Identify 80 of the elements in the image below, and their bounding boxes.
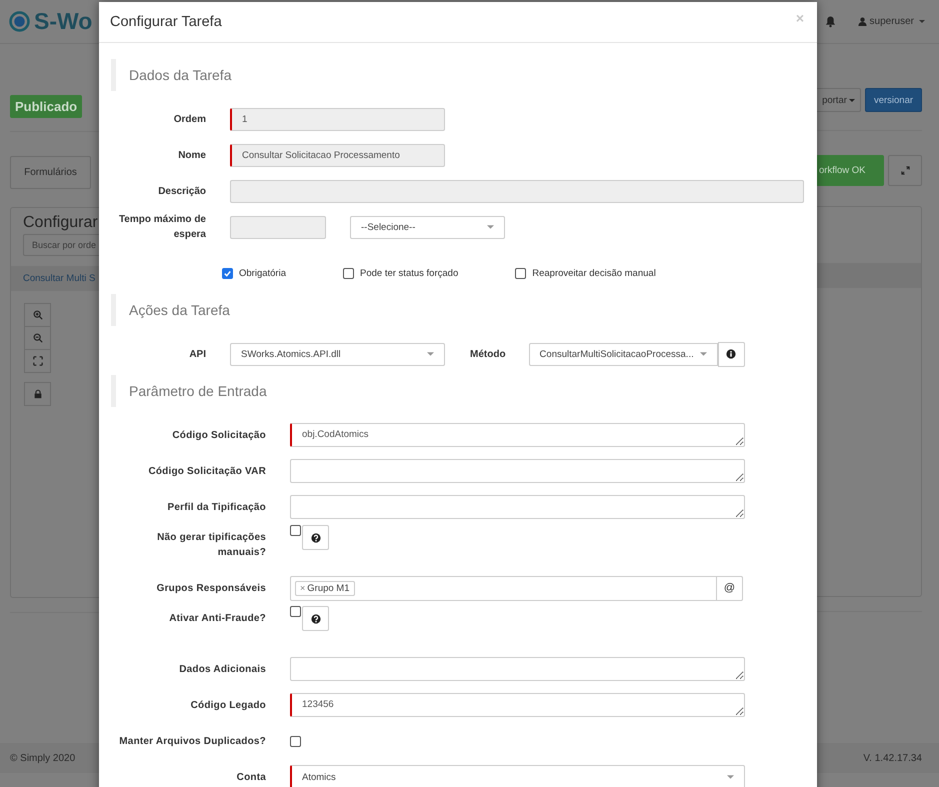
text-area[interactable]: obj.CodAtomics [290, 423, 745, 447]
export-label: portar [822, 94, 847, 106]
field-label: Código Solicitação [171, 428, 266, 442]
field-label: Método [470, 348, 506, 362]
help-icon [310, 614, 320, 624]
list-item-text: Consultar Multi S [23, 273, 96, 284]
checkbox-label: Reaproveitar decisão manual [532, 268, 656, 278]
field-label: Código Solicitação VAR [147, 464, 266, 478]
dropdown[interactable]: Atomics [290, 765, 745, 787]
tag-label: Grupo M1 [307, 582, 350, 594]
lock-button[interactable] [24, 382, 51, 406]
field-label: Ordem [172, 112, 206, 126]
dropdown-value: ConsultarMultiSolicitacaoProcessa... [540, 348, 694, 360]
checkbox[interactable] [290, 606, 301, 617]
zoom-in-button[interactable] [24, 303, 51, 327]
copyright-text: © Simply 2020 [10, 752, 76, 764]
caret-icon [848, 98, 855, 102]
info-icon [726, 349, 736, 359]
search-field[interactable]: Buscar por orde [23, 234, 99, 256]
checkbox[interactable] [290, 736, 301, 746]
user-name: superuser [870, 16, 914, 27]
tag-field[interactable]: × Grupo M1 [290, 576, 717, 600]
mention-button[interactable]: @ [716, 576, 743, 600]
field-label: Ativar Anti-Fraude? [168, 612, 266, 626]
field-label: Tempo máximo de espera [118, 213, 206, 242]
version-button[interactable]: versionar [865, 88, 922, 112]
checkbox[interactable] [222, 268, 233, 278]
dropdown-value: Atomics [302, 772, 336, 782]
field-label: Dados Adicionais [178, 662, 266, 676]
field-label: API [188, 348, 206, 362]
status-badge: Publicado [10, 95, 82, 118]
field-label: Grupos Responsáveis [156, 582, 266, 596]
lock-icon [32, 389, 42, 399]
logo-icon [9, 11, 30, 32]
zoom-out-icon [32, 333, 42, 343]
caret-icon [700, 352, 707, 356]
bell-icon[interactable] [824, 15, 836, 28]
caret-icon [727, 775, 734, 779]
info-button[interactable] [718, 342, 745, 366]
checkbox-label: Pode ter status forçado [360, 268, 458, 278]
dropdown[interactable]: SWorks.Atomics.API.dll [230, 342, 445, 366]
checkbox-label: Obrigatória [239, 268, 286, 278]
version-text: V. 1.42.17.34 [863, 752, 922, 764]
user-icon [858, 17, 867, 26]
dropdown-value: --Selecione-- [361, 222, 416, 232]
help-icon [310, 532, 320, 542]
fit-screen-icon [32, 356, 42, 366]
checkbox[interactable] [515, 268, 526, 278]
field-label: Perfil da Tipificação [166, 500, 266, 514]
field-label: Nome [177, 148, 206, 162]
field-label: Conta [236, 770, 266, 784]
text-area[interactable]: 123456 [290, 693, 745, 717]
zoom-out-button[interactable] [24, 326, 51, 350]
field-label: Manter Arquivos Duplicados? [118, 734, 266, 748]
workflow-button[interactable]: orkflow OK [817, 155, 884, 186]
caret-icon [487, 225, 494, 229]
field-label: Não gerar tipificações manuais? [156, 531, 266, 560]
tag-remove[interactable]: × [300, 583, 306, 593]
section-header: Ações da Tarefa [111, 294, 804, 326]
panel-title: Configurar [23, 214, 99, 232]
forms-button[interactable]: Formulários [10, 156, 91, 189]
help-button[interactable] [302, 606, 329, 631]
help-button[interactable] [302, 525, 329, 550]
section-header: Parâmetro de Entrada [111, 375, 804, 407]
caret-icon [919, 20, 925, 23]
fit-screen-button[interactable] [24, 349, 51, 373]
caret-icon [427, 352, 434, 356]
checkbox[interactable] [343, 268, 354, 278]
field-label: Código Legado [190, 698, 266, 712]
export-button[interactable]: portar [817, 88, 861, 112]
user-menu[interactable]: superuser [858, 16, 925, 27]
dropdown-value: SWorks.Atomics.API.dll [241, 348, 341, 360]
checkbox[interactable] [290, 525, 301, 536]
section-header: Dados da Tarefa [111, 59, 804, 91]
logo-text: S-Wo [34, 8, 92, 35]
dropdown[interactable]: ConsultarMultiSolicitacaoProcessa... [528, 342, 718, 366]
expand-icon [900, 166, 910, 175]
modal-title: Configurar Tarefa [110, 14, 222, 30]
field-label: Descrição [157, 184, 206, 198]
zoom-in-icon [32, 310, 42, 320]
